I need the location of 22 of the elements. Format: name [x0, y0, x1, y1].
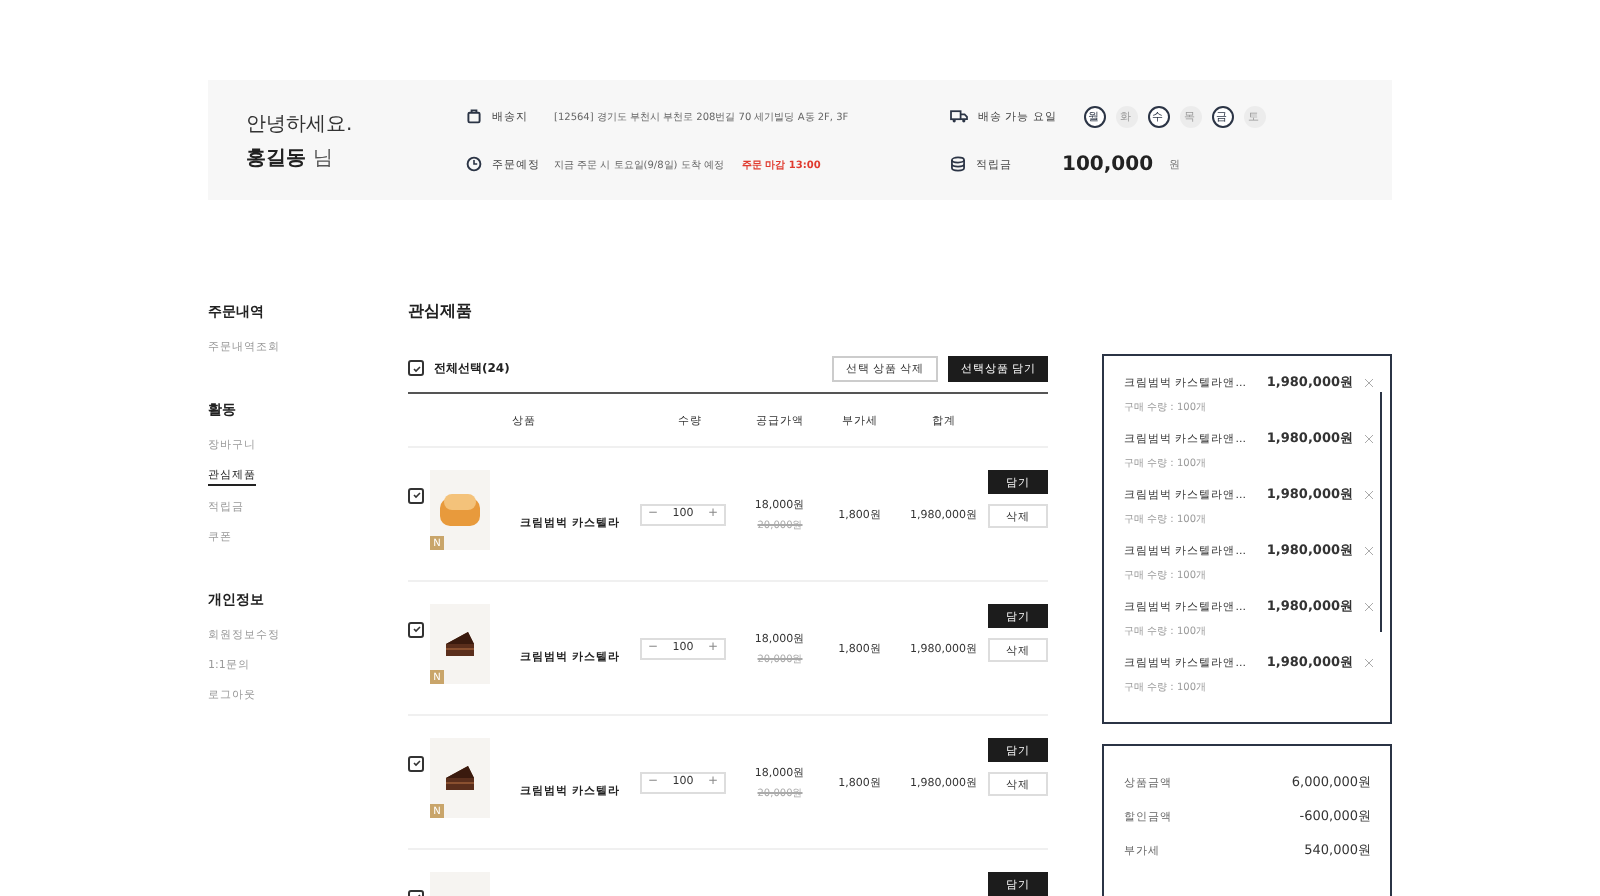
- close-icon[interactable]: [1364, 378, 1374, 389]
- close-icon[interactable]: [1364, 546, 1374, 557]
- page-title: 관심제품: [408, 300, 474, 324]
- checkbox[interactable]: [408, 487, 424, 503]
- clock-icon: [466, 156, 482, 172]
- close-icon[interactable]: [1364, 434, 1374, 445]
- bag-icon: [466, 108, 482, 124]
- truck-icon: [950, 108, 968, 124]
- checkbox[interactable]: [408, 621, 424, 637]
- cake-slice-photo: [444, 628, 476, 660]
- scrollbar[interactable]: [1380, 392, 1382, 632]
- checkbox[interactable]: [408, 755, 424, 771]
- points-amount: 100,000: [1062, 153, 1154, 175]
- cake-slice-photo: [444, 762, 476, 794]
- bread-photo: [438, 492, 482, 528]
- close-icon[interactable]: [1364, 658, 1374, 669]
- user-name: 홍길동 님: [246, 145, 335, 171]
- database-icon: [950, 156, 966, 172]
- greeting-text: 안녕하세요.: [246, 111, 355, 137]
- close-icon[interactable]: [1364, 490, 1374, 501]
- checkbox[interactable]: [408, 360, 424, 376]
- close-icon[interactable]: [1364, 602, 1374, 613]
